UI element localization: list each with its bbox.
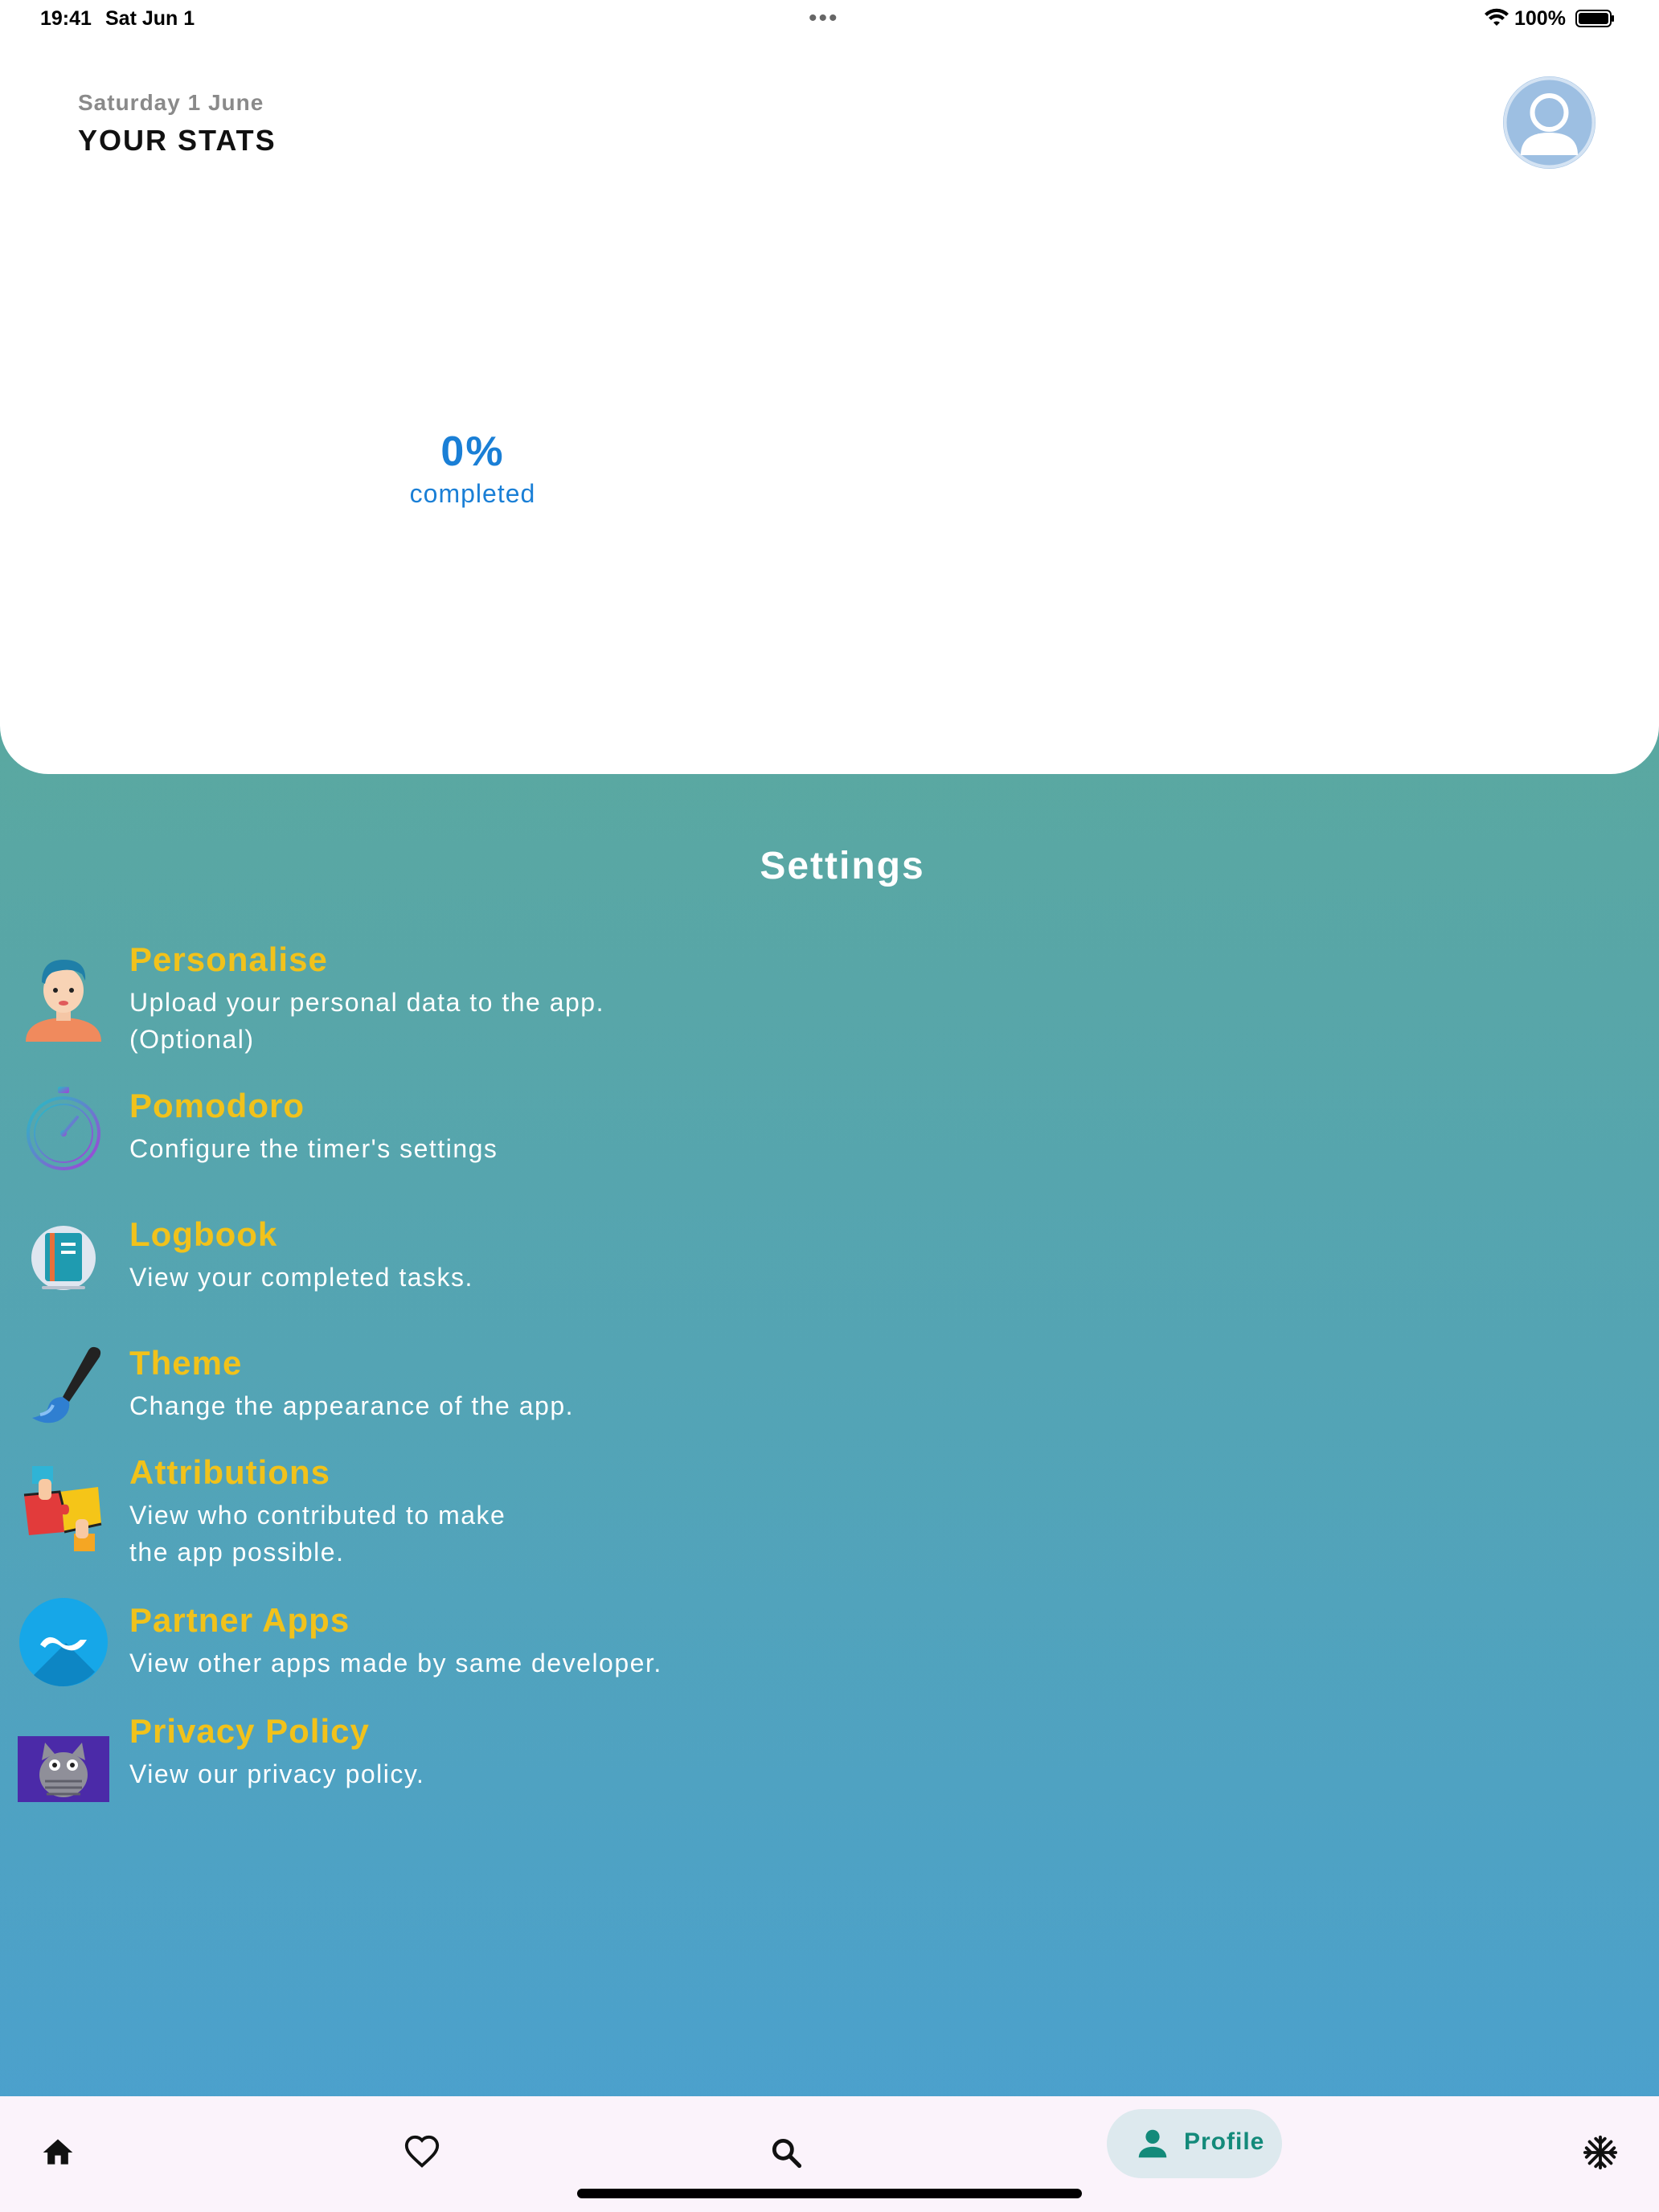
wifi-icon [1485,8,1509,26]
setting-theme[interactable]: Theme Change the appearance of the app. [0,1344,965,1432]
partner-app-icon [19,1598,108,1687]
status-date: Sat Jun 1 [105,7,195,30]
setting-title-pomodoro: Pomodoro [129,1087,305,1124]
person-icon [1138,2129,1167,2158]
setting-title-logbook: Logbook [129,1215,278,1253]
setting-privacy-policy[interactable]: Privacy Policy View our privacy policy. [0,1712,965,1802]
nav-snowflake[interactable] [1556,2111,1645,2194]
setting-attributions[interactable]: Attributions View who contributed to mak… [0,1453,965,1582]
setting-desc-privacy-policy: View our privacy policy. [129,1759,425,1788]
progress-caption: completed [409,479,536,508]
setting-logbook[interactable]: Logbook View your completed tasks. [0,1215,965,1304]
setting-desc-attributions: View who contributed to make the app pos… [129,1501,506,1567]
stats-card: Saturday 1 June YOUR STATS 0% completed [0,0,1659,774]
user-avatar-icon [1503,76,1596,169]
nav-profile[interactable]: Profile [1107,2109,1282,2178]
setting-desc-partner-apps: View other apps made by same developer. [129,1649,662,1677]
setting-title-attributions: Attributions [129,1453,330,1491]
nav-profile-label: Profile [1184,2128,1265,2155]
person-avatar-icon [26,960,101,1042]
setting-partner-apps[interactable]: Partner Apps View other apps made by sam… [0,1598,965,1690]
setting-desc-pomodoro: Configure the timer's settings [129,1134,498,1163]
nav-home[interactable] [14,2111,102,2194]
cat-icon [18,1736,109,1802]
avatar[interactable] [1503,76,1596,169]
setting-title-personalise: Personalise [129,940,328,978]
home-indicator[interactable] [577,2189,1082,2198]
nav-search[interactable] [742,2111,830,2194]
progress-value: 0% [440,428,505,475]
status-bar: 19:41 Sat Jun 1 ••• 100% [0,0,1659,39]
setting-pomodoro[interactable]: Pomodoro Configure the timer's settings [0,1087,965,1175]
status-time: 19:41 [40,7,92,30]
home-icon [43,2139,73,2165]
setting-desc-logbook: View your completed tasks. [129,1263,473,1292]
page-title: YOUR STATS [78,124,276,157]
notebook-icon [31,1226,96,1290]
puzzle-hands-icon [23,1466,102,1551]
stopwatch-icon [27,1087,100,1170]
more-dots-icon[interactable]: ••• [809,6,839,31]
search-icon [772,2138,802,2169]
setting-personalise[interactable]: Personalise Upload your personal data to… [0,940,965,1069]
settings-title: Settings [760,845,925,887]
setting-title-partner-apps: Partner Apps [129,1601,350,1639]
battery-icon [1575,10,1614,27]
setting-desc-personalise: Upload your personal data to the app. (O… [129,988,604,1054]
date-label: Saturday 1 June [78,90,264,115]
snowflake-icon [1583,2135,1618,2170]
nav-favorites[interactable] [378,2111,466,2194]
setting-title-privacy-policy: Privacy Policy [129,1712,370,1750]
setting-desc-theme: Change the appearance of the app. [129,1391,575,1420]
battery-percentage: 100% [1514,7,1566,30]
setting-title-theme: Theme [129,1344,243,1382]
heart-icon [404,2135,440,2168]
paintbrush-icon [32,1346,101,1423]
